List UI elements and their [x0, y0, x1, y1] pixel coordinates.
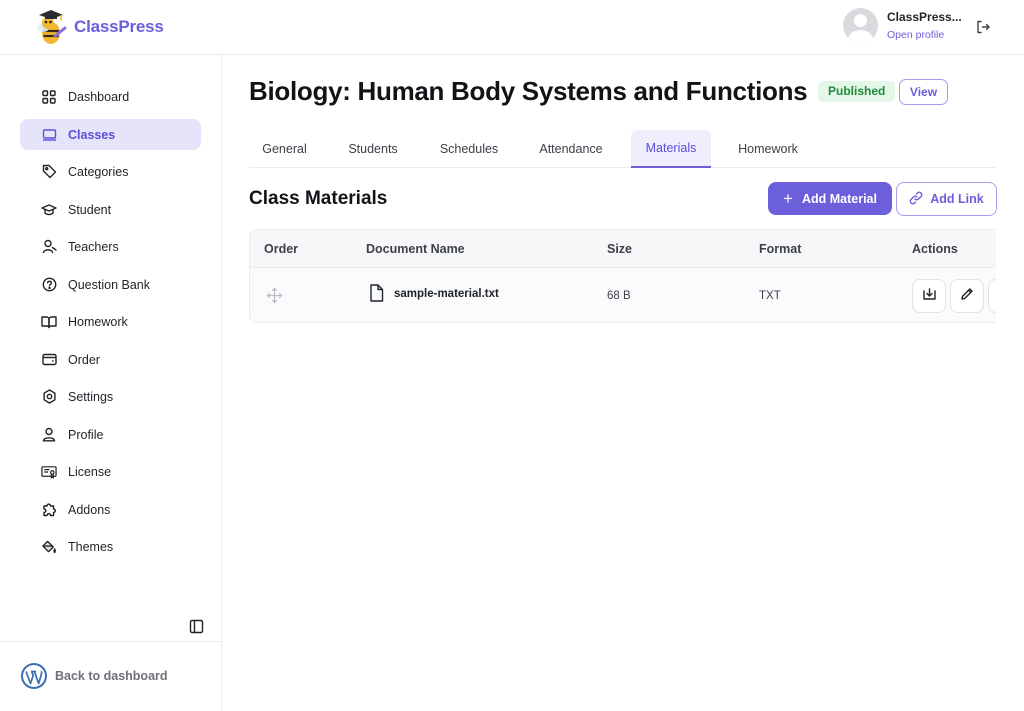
tab-schedules[interactable]: Schedules	[425, 130, 513, 168]
tag-icon	[41, 164, 57, 180]
column-header-format: Format	[759, 242, 802, 256]
sidebar-item-label: Themes	[68, 539, 114, 554]
sidebar-item-profile[interactable]: Profile	[20, 419, 201, 450]
column-header-order: Order	[264, 242, 299, 256]
sidebar-item-label: Categories	[68, 164, 129, 179]
avatar[interactable]	[843, 8, 878, 43]
tab-attendance[interactable]: Attendance	[525, 130, 617, 168]
bee-mascot-logo-icon	[34, 6, 70, 48]
add-link-button[interactable]: Add Link	[896, 182, 997, 216]
pencil-icon	[960, 287, 974, 306]
grid-icon	[41, 89, 57, 105]
logout-icon[interactable]	[975, 19, 991, 35]
tab-general[interactable]: General	[249, 130, 320, 168]
download-button[interactable]	[912, 279, 946, 313]
gear-icon	[41, 389, 57, 405]
teacher-icon	[41, 239, 57, 255]
column-header-actions: Actions	[912, 242, 958, 256]
tab-bar: General Students Schedules Attendance Ma…	[249, 130, 996, 168]
tab-homework[interactable]: Homework	[725, 130, 811, 168]
monitor-icon	[41, 127, 57, 143]
sidebar-item-dashboard[interactable]: Dashboard	[20, 81, 201, 112]
sidebar-item-label: Addons	[68, 502, 111, 517]
sidebar-item-label: Question Bank	[68, 277, 150, 292]
paint-bucket-icon	[41, 539, 57, 555]
document-size: 68 B	[607, 290, 631, 302]
sidebar-item-order[interactable]: Order	[20, 344, 201, 375]
edit-button[interactable]	[950, 279, 984, 313]
sidebar-item-homework[interactable]: Homework	[20, 306, 201, 337]
add-material-label: Add Material	[801, 191, 877, 206]
link-icon	[909, 191, 930, 208]
materials-table: Order Document Name Size Format Actions …	[249, 229, 996, 323]
sidebar-item-label: License	[68, 464, 112, 479]
book-open-icon	[41, 314, 57, 330]
sidebar-footer: Back to dashboard	[0, 641, 221, 711]
puzzle-icon	[41, 502, 57, 518]
document-format: TXT	[759, 290, 781, 302]
certificate-icon	[41, 464, 57, 480]
sidebar-item-label: Teachers	[68, 239, 119, 254]
sidebar-item-label: Classes	[68, 127, 116, 142]
file-icon	[369, 284, 384, 305]
section-title: Class Materials	[249, 188, 388, 209]
table-row: sample-material.txt 68 B TXT	[250, 268, 996, 322]
user-menu[interactable]: ClassPress... Open profile	[843, 8, 965, 43]
sidebar-item-label: Dashboard	[68, 89, 130, 104]
download-icon	[922, 286, 937, 306]
back-to-dashboard-label: Back to dashboard	[55, 669, 168, 683]
user-icon	[41, 427, 57, 443]
tab-students[interactable]: Students	[334, 130, 412, 168]
column-header-document-name: Document Name	[366, 242, 465, 256]
open-profile-link[interactable]: Open profile	[887, 29, 965, 41]
drag-handle-icon[interactable]	[266, 287, 283, 307]
sidebar-item-student[interactable]: Student	[20, 194, 201, 225]
wallet-icon	[41, 352, 57, 368]
sidebar-item-classes[interactable]: Classes	[20, 119, 201, 150]
sidebar-item-themes[interactable]: Themes	[20, 531, 201, 562]
sidebar: Dashboard Classes Categories Student Tea…	[0, 55, 222, 711]
sidebar-item-label: Homework	[68, 314, 128, 329]
brand[interactable]: ClassPress	[34, 6, 164, 48]
table-header: Order Document Name Size Format Actions	[250, 230, 996, 268]
wordpress-logo-icon	[20, 662, 48, 690]
question-circle-icon	[41, 277, 57, 293]
sidebar-item-label: Student	[68, 202, 112, 217]
sidebar-item-label: Profile	[68, 427, 104, 442]
brand-name: ClassPress	[74, 17, 164, 36]
sidebar-item-question-bank[interactable]: Question Bank	[20, 269, 201, 300]
plus-icon: +	[783, 189, 793, 208]
sidebar-item-addons[interactable]: Addons	[20, 494, 201, 525]
user-name: ClassPress...	[887, 10, 962, 24]
add-link-label: Add Link	[930, 192, 984, 206]
page-title: Biology: Human Body Systems and Function…	[249, 76, 808, 106]
more-actions-button[interactable]	[988, 279, 996, 313]
sidebar-item-teachers[interactable]: Teachers	[20, 231, 201, 262]
add-material-button[interactable]: + Add Material	[768, 182, 892, 215]
back-to-dashboard-link[interactable]: Back to dashboard	[20, 662, 168, 690]
sidebar-item-label: Order	[68, 352, 100, 367]
status-badge: Published	[818, 81, 896, 102]
sidebar-item-license[interactable]: License	[20, 456, 201, 487]
top-header: ClassPress ClassPress... Open profile	[0, 0, 1024, 55]
collapse-sidebar-icon[interactable]	[189, 619, 204, 634]
tab-materials[interactable]: Materials	[631, 130, 711, 168]
sidebar-item-categories[interactable]: Categories	[20, 156, 201, 187]
graduation-cap-icon	[41, 202, 57, 218]
document-name[interactable]: sample-material.txt	[394, 288, 499, 300]
sidebar-item-label: Settings	[68, 389, 114, 404]
column-header-size: Size	[607, 242, 633, 256]
sidebar-item-settings[interactable]: Settings	[20, 381, 201, 412]
view-button[interactable]: View	[899, 79, 948, 105]
